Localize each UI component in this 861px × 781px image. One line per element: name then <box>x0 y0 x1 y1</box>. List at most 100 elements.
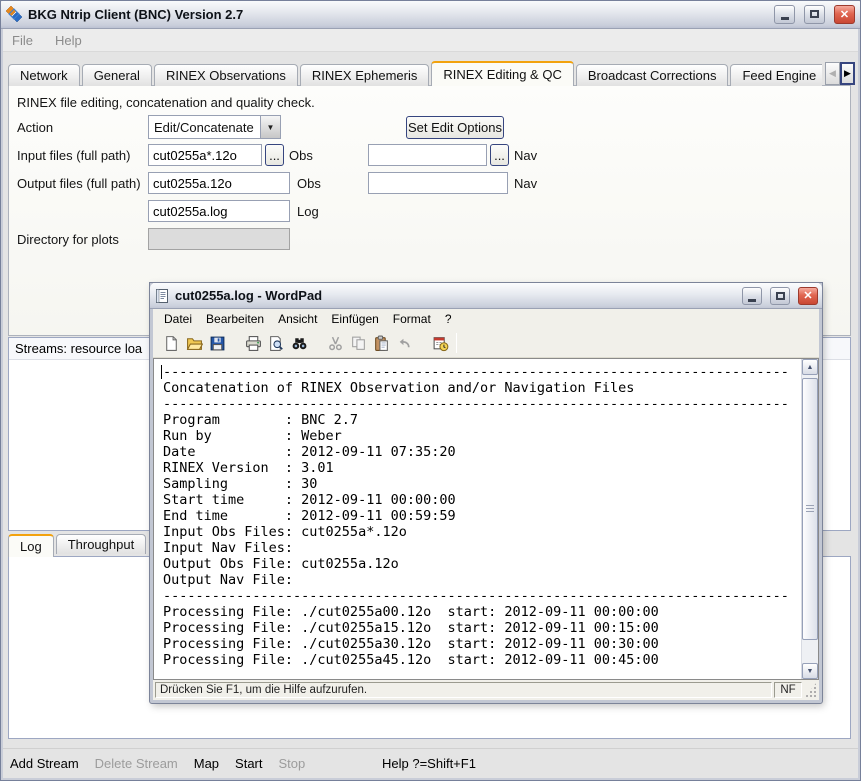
menu-datei[interactable]: Datei <box>157 312 199 326</box>
scrollbar-grip-icon <box>806 505 814 513</box>
input-obs-field[interactable] <box>148 144 262 166</box>
bnc-menubar: File Help <box>3 29 858 52</box>
chevron-right-icon: ▶ <box>844 68 851 79</box>
menu-file[interactable]: File <box>12 33 33 48</box>
minimize-icon <box>781 17 789 20</box>
set-edit-options-button[interactable]: Set Edit Options <box>406 116 504 139</box>
tab-broadcast-corrections[interactable]: Broadcast Corrections <box>576 64 729 86</box>
scrollbar-track[interactable] <box>802 375 818 663</box>
map-button[interactable]: Map <box>194 756 219 771</box>
wordpad-titlebar[interactable]: cut0255a.log - WordPad ✕ <box>150 283 822 309</box>
wordpad-window-title: cut0255a.log - WordPad <box>175 288 734 303</box>
minimize-icon <box>748 299 756 302</box>
output-obs-field[interactable] <box>148 172 290 194</box>
chevron-down-icon[interactable]: ▼ <box>260 116 280 138</box>
tab-scroll-buttons: ◀ ▶ <box>825 62 855 85</box>
logfile-field[interactable] <box>148 200 290 222</box>
tab-feed-engine[interactable]: Feed Engine <box>730 64 822 86</box>
maximize-icon <box>776 292 785 300</box>
menu-format[interactable]: Format <box>386 312 438 326</box>
wordpad-minimize-button[interactable] <box>742 287 762 305</box>
stop-button: Stop <box>279 756 306 771</box>
find-icon[interactable] <box>288 332 311 354</box>
browse-input-nav-button[interactable]: ... <box>490 144 509 166</box>
menu-einfuegen[interactable]: Einfügen <box>324 312 385 326</box>
tab-bar: Network General RINEX Observations RINEX… <box>8 61 822 86</box>
open-icon[interactable] <box>183 332 206 354</box>
vertical-scrollbar[interactable]: ▲ ▼ <box>801 359 818 679</box>
input-obs-suffix: Obs <box>289 148 313 163</box>
action-combobox[interactable]: Edit/Concatenate ▼ <box>148 115 281 139</box>
output-files-label: Output files (full path) <box>17 176 141 191</box>
document-content: ----------------------------------------… <box>154 359 801 668</box>
tab-general[interactable]: General <box>82 64 152 86</box>
new-document-icon[interactable] <box>160 332 183 354</box>
scroll-up-button[interactable]: ▲ <box>802 359 818 375</box>
add-stream-button[interactable]: Add Stream <box>10 756 79 771</box>
close-icon: ✕ <box>840 8 849 21</box>
undo-icon <box>393 332 416 354</box>
wordpad-maximize-button[interactable] <box>770 287 790 305</box>
tab-rinex-editing-qc[interactable]: RINEX Editing & QC <box>431 61 574 86</box>
wordpad-document-icon <box>154 288 170 304</box>
directory-for-plots-label: Directory for plots <box>17 232 119 247</box>
tab-throughput[interactable]: Throughput <box>56 534 147 554</box>
arrow-down-icon: ▼ <box>807 668 814 675</box>
statusbar-indicator: NF <box>774 682 802 698</box>
output-nav-field[interactable] <box>368 172 508 194</box>
output-nav-suffix: Nav <box>514 176 537 191</box>
print-preview-icon[interactable] <box>265 332 288 354</box>
action-bar: Add Stream Delete Stream Map Start Stop … <box>0 748 861 778</box>
start-button[interactable]: Start <box>235 756 262 771</box>
menu-help[interactable]: Help <box>55 33 82 48</box>
wordpad-menubar: Datei Bearbeiten Ansicht Einfügen Format… <box>153 309 819 329</box>
input-files-label: Input files (full path) <box>17 148 130 163</box>
statusbar-message: Drücken Sie F1, um die Hilfe aufzurufen. <box>155 682 772 698</box>
maximize-button[interactable] <box>804 5 825 24</box>
arrow-up-icon: ▲ <box>807 364 814 371</box>
menu-bearbeiten[interactable]: Bearbeiten <box>199 312 271 326</box>
tab-rinex-observations[interactable]: RINEX Observations <box>154 64 298 86</box>
input-nav-field[interactable] <box>368 144 487 166</box>
directory-for-plots-field <box>148 228 290 250</box>
tab-rinex-ephemeris[interactable]: RINEX Ephemeris <box>300 64 429 86</box>
maximize-icon <box>810 10 819 18</box>
minimize-button[interactable] <box>774 5 795 24</box>
date-time-icon[interactable] <box>429 332 452 354</box>
bnc-app-icon <box>6 6 22 22</box>
close-icon: ✕ <box>803 289 812 302</box>
wordpad-close-button[interactable]: ✕ <box>798 287 818 305</box>
tab-log[interactable]: Log <box>8 534 54 557</box>
panel-description: RINEX file editing, concatenation and qu… <box>17 95 315 110</box>
scrollbar-thumb[interactable] <box>802 378 818 640</box>
save-icon[interactable] <box>206 332 229 354</box>
text-cursor <box>161 365 162 379</box>
menu-hilfe[interactable]: ? <box>438 312 459 326</box>
help-button[interactable]: Help ?=Shift+F1 <box>382 756 476 771</box>
scroll-down-button[interactable]: ▼ <box>802 663 818 679</box>
tab-scroll-right-button[interactable]: ▶ <box>840 62 855 85</box>
chevron-left-icon: ◀ <box>829 68 836 79</box>
action-combobox-value: Edit/Concatenate <box>149 120 260 135</box>
browse-input-obs-button[interactable]: ... <box>265 144 284 166</box>
action-label: Action <box>17 120 53 135</box>
output-obs-suffix: Obs <box>297 176 321 191</box>
resize-grip-icon[interactable] <box>804 682 817 698</box>
wordpad-statusbar: Drücken Sie F1, um die Hilfe aufzurufen.… <box>153 680 819 700</box>
wordpad-toolbar <box>153 329 819 358</box>
tab-scroll-left-button[interactable]: ◀ <box>825 62 840 85</box>
document-text-area[interactable]: ----------------------------------------… <box>154 359 801 679</box>
logfile-suffix: Log <box>297 204 319 219</box>
menu-ansicht[interactable]: Ansicht <box>271 312 324 326</box>
close-button[interactable]: ✕ <box>834 5 855 24</box>
print-icon[interactable] <box>242 332 265 354</box>
input-nav-suffix: Nav <box>514 148 537 163</box>
window-frame-left <box>0 29 3 781</box>
window-title: BKG Ntrip Client (BNC) Version 2.7 <box>28 7 765 22</box>
paste-icon[interactable] <box>370 332 393 354</box>
tab-network[interactable]: Network <box>8 64 80 86</box>
wordpad-document-area: ----------------------------------------… <box>153 358 819 680</box>
bottom-tab-bar: Log Throughput <box>8 534 146 557</box>
wordpad-window: cut0255a.log - WordPad ✕ Datei Bearbeite… <box>150 283 822 703</box>
cut-icon <box>324 332 347 354</box>
